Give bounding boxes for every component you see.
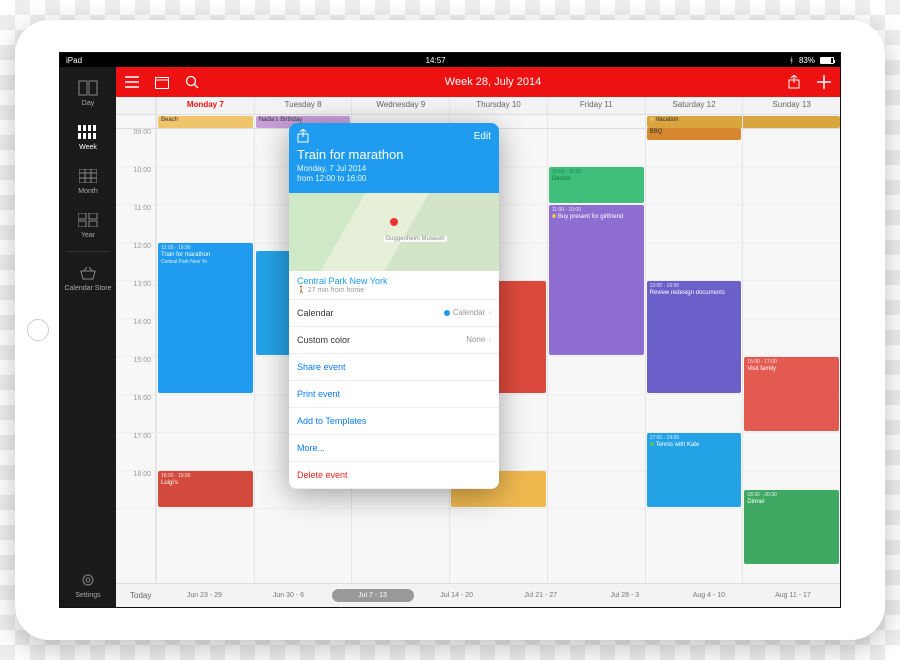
event-time: from 12:00 to 16:00 [297,174,491,184]
sidebar-item-day[interactable]: Day [60,71,116,115]
week-chip[interactable]: Aug 4 - 10 [668,589,750,602]
day-header-row: Monday 7Tuesday 8Wednesday 9Thursday 10F… [116,97,840,115]
sidebar-item-label: Week [79,144,97,151]
status-time: 14:57 [82,56,789,65]
location-distance: 27 min from home [308,287,364,294]
week-chip[interactable]: Jul 28 - 3 [584,589,666,602]
battery-icon [820,57,834,64]
event-popover: Edit Train for marathon Monday, 7 Jul 20… [289,123,499,489]
today-button[interactable]: Today [122,591,159,600]
popover-row[interactable]: Calendar Calendar › [289,300,499,327]
day-header[interactable]: Friday 11 [547,97,645,114]
day-header[interactable]: Tuesday 8 [254,97,352,114]
search-icon[interactable] [184,74,200,90]
popover-action[interactable]: More... [289,435,499,462]
sidebar-item-settings[interactable]: Settings [60,563,116,607]
day-header[interactable]: Monday 7 [156,97,254,114]
day-column[interactable]: 13:00 - 16:00Review redesign documents 17… [645,129,743,583]
week-chip[interactable]: Aug 11 - 17 [752,589,834,602]
popover-action[interactable]: Print event [289,381,499,408]
gear-icon [77,571,99,589]
sidebar-item-label: Calendar Store [64,285,111,293]
event-map[interactable]: Guggenheim Museum [289,193,499,271]
sidebar-item-label: Settings [75,592,100,599]
device-label: iPad [66,56,82,65]
popover-action[interactable]: Share event [289,354,499,381]
hour-label: 11:00 [116,205,155,243]
week-chip[interactable]: Jul 14 - 20 [416,589,498,602]
map-label: Guggenheim Museum [384,236,447,242]
sidebar-item-label: Month [78,188,97,195]
day-icon [77,79,99,97]
home-button[interactable] [27,319,49,341]
walk-icon: 🚶 [297,287,306,294]
calendar-event[interactable]: 13:00 - 16:00Review redesign documents [647,281,742,393]
hour-label: 09:00 [116,129,155,167]
sidebar-item-year[interactable]: Year [60,203,116,247]
share-icon[interactable] [786,74,802,90]
week-chip[interactable]: Jul 21 - 27 [500,589,582,602]
day-column[interactable]: 10:00 - 11:00Dentist11:00 - 15:00Buy pre… [547,129,645,583]
calendar-event[interactable]: 18:00 - 19:00Luigi's [158,471,253,507]
week-icon [77,123,99,141]
delete-event-button[interactable]: Delete event [289,462,499,489]
edit-button[interactable]: Edit [474,131,491,142]
screen: iPad 14:57 ᚼ 83% Day Week Month [59,52,841,608]
popover-action[interactable]: Add to Templates [289,408,499,435]
hour-label: 13:00 [116,281,155,319]
day-column[interactable]: 12:00 - 16:00Train for marathonCentral P… [156,129,254,583]
calendar-event[interactable]: 10:00 - 11:00Dentist [549,167,644,203]
month-icon [77,167,99,185]
hour-label: 17:00 [116,433,155,471]
sidebar-item-label: Year [81,232,95,239]
sidebar: Day Week Month Year Calendar Store [60,67,116,607]
calendar-event[interactable]: 18:30 - 20:30Dinner [744,490,839,564]
hour-label: 16:00 [116,395,155,433]
add-icon[interactable] [816,74,832,90]
calendar-event[interactable]: 12:00 - 16:00Train for marathonCentral P… [158,243,253,393]
hour-label: 15:00 [116,357,155,395]
toolbar: Week 28, July 2014 [116,67,840,97]
day-column[interactable]: 15:00 - 17:00Visit family 18:30 - 20:30Di… [742,129,840,583]
hour-label: 14:00 [116,319,155,357]
event-date: Monday, 7 Jul 2014 [297,164,491,174]
sidebar-item-month[interactable]: Month [60,159,116,203]
day-header[interactable]: Thursday 10 [449,97,547,114]
popover-share-icon[interactable] [297,129,309,143]
year-icon [77,211,99,229]
calendar-event[interactable]: 11:00 - 15:00Buy present for girlfriend [549,205,644,355]
basket-icon [77,264,99,282]
event-title: Train for marathon [297,147,491,162]
hour-label: 12:00 [116,243,155,281]
week-scroller: Today Jun 23 - 29Jun 30 - 6Jul 7 - 13Jul… [116,583,840,607]
sidebar-item-store[interactable]: Calendar Store [60,256,116,301]
day-header[interactable]: Wednesday 9 [351,97,449,114]
week-chip[interactable]: Jun 23 - 29 [163,589,245,602]
ipad-frame: iPad 14:57 ᚼ 83% Day Week Month [15,20,885,640]
week-chip[interactable]: Jun 30 - 6 [247,589,329,602]
menu-icon[interactable] [124,74,140,90]
calendar-event[interactable]: 17:00 - 19:00Tennis with Kate [647,433,742,507]
calendar-icon[interactable] [154,74,170,90]
location-cell[interactable]: Central Park New York 🚶 27 min from home [289,271,499,300]
bluetooth-icon: ᚼ [789,56,794,65]
hour-label: 18:00 [116,471,155,509]
sidebar-item-label: Day [82,100,94,107]
sidebar-item-week[interactable]: Week [60,115,116,159]
popover-row[interactable]: Custom colorNone › [289,327,499,354]
day-header[interactable]: Saturday 12 [645,97,743,114]
calendar-event[interactable]: 15:00 - 17:00Visit family [744,357,839,431]
toolbar-title: Week 28, July 2014 [214,76,772,88]
battery-label: 83% [799,56,815,65]
day-header[interactable]: Sunday 13 [742,97,840,114]
main-content: Week 28, July 2014 Monday 7Tuesday 8Wedn… [116,67,840,607]
hour-label: 10:00 [116,167,155,205]
week-chip[interactable]: Jul 7 - 13 [332,589,414,602]
status-bar: iPad 14:57 ᚼ 83% [60,53,840,67]
map-pin-icon [390,218,398,226]
location-name: Central Park New York [297,276,491,286]
